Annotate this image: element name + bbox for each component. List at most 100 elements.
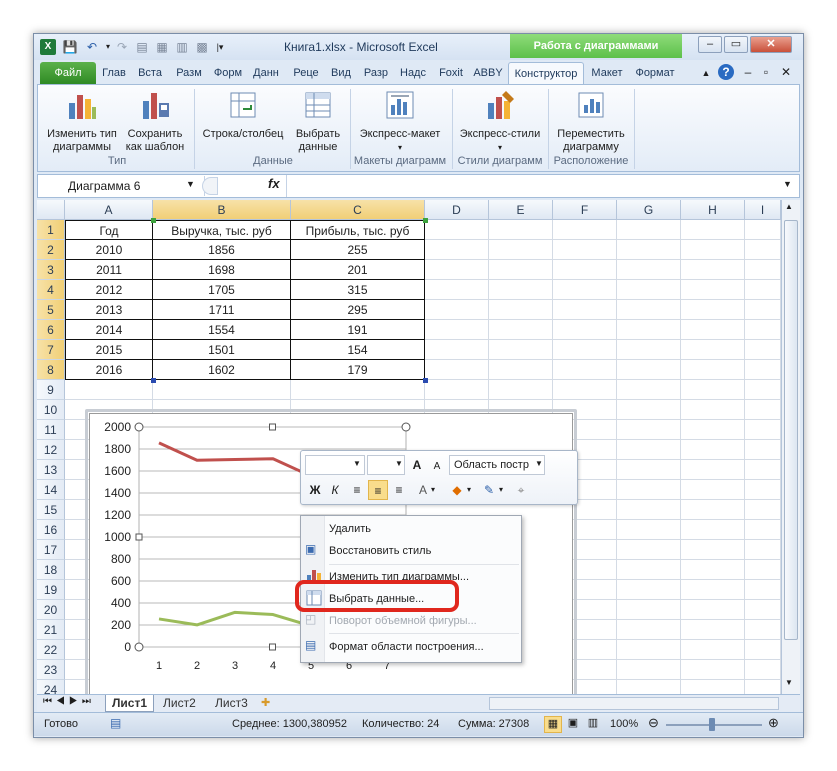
grid-cell[interactable] bbox=[617, 500, 681, 520]
grid-cell[interactable] bbox=[681, 280, 745, 300]
tab-formulas[interactable]: Форм bbox=[210, 62, 246, 84]
table-cell[interactable]: 2016 bbox=[65, 360, 153, 380]
row-header[interactable]: 8 bbox=[37, 360, 65, 380]
range-handle[interactable] bbox=[423, 378, 428, 383]
row-header[interactable]: 7 bbox=[37, 340, 65, 360]
grid-cell[interactable] bbox=[617, 680, 681, 694]
grid-cell[interactable] bbox=[617, 560, 681, 580]
row-header[interactable]: 9 bbox=[37, 380, 65, 400]
tab-layout[interactable]: Макет bbox=[586, 62, 628, 84]
zoom-in-icon[interactable]: ⊕ bbox=[768, 715, 779, 731]
row-header[interactable]: 5 bbox=[37, 300, 65, 320]
workbook-close-icon[interactable]: ✕ bbox=[778, 64, 794, 80]
table-cell[interactable]: 1705 bbox=[153, 280, 291, 300]
grid-cell[interactable] bbox=[681, 240, 745, 260]
table-icon[interactable]: ▥ bbox=[174, 39, 190, 55]
workbook-restore-icon[interactable]: ▫ bbox=[758, 64, 774, 80]
grid-cell[interactable] bbox=[745, 340, 781, 360]
grid-cell[interactable] bbox=[617, 260, 681, 280]
column-header-b[interactable]: B bbox=[153, 200, 291, 220]
sheet-tab-2[interactable]: Лист2 bbox=[157, 695, 202, 712]
quick-styles-button[interactable]: Экспресс-стили ▾ bbox=[454, 89, 546, 154]
grid-cell[interactable] bbox=[745, 640, 781, 660]
grid-cell[interactable] bbox=[745, 620, 781, 640]
grid-cell[interactable] bbox=[553, 300, 617, 320]
minimize-ribbon-icon[interactable]: ▲ bbox=[698, 65, 714, 81]
grid-cell[interactable] bbox=[745, 540, 781, 560]
grid-cell[interactable] bbox=[425, 220, 489, 240]
select-data-button[interactable]: Выбрать данные bbox=[290, 89, 346, 154]
zoom-level[interactable]: 100% bbox=[610, 718, 638, 730]
row-header[interactable]: 12 bbox=[37, 440, 65, 460]
menu-item-delete[interactable]: Удалить bbox=[329, 518, 371, 540]
page-break-view-icon[interactable]: ▥ bbox=[584, 716, 602, 733]
row-header[interactable]: 13 bbox=[37, 460, 65, 480]
row-header[interactable]: 6 bbox=[37, 320, 65, 340]
tab-addins[interactable]: Надс bbox=[395, 62, 431, 84]
grid-cell[interactable] bbox=[489, 340, 553, 360]
table-cell[interactable]: 201 bbox=[291, 260, 425, 280]
grid-cell[interactable] bbox=[489, 300, 553, 320]
row-header[interactable]: 2 bbox=[37, 240, 65, 260]
select-all-corner[interactable] bbox=[37, 200, 65, 220]
grid-cell[interactable] bbox=[681, 300, 745, 320]
grid-cell[interactable] bbox=[681, 400, 745, 420]
grid-cell[interactable] bbox=[553, 360, 617, 380]
grid-cell[interactable] bbox=[617, 580, 681, 600]
align-left-icon[interactable]: ≡ bbox=[347, 480, 367, 500]
grid-cell[interactable] bbox=[617, 440, 681, 460]
fill-color-icon[interactable]: ◆ bbox=[447, 480, 467, 500]
grid-cell[interactable] bbox=[745, 480, 781, 500]
align-center-icon[interactable]: ≡ bbox=[368, 480, 388, 500]
tab-file[interactable]: Файл bbox=[40, 62, 96, 84]
grid-cell[interactable] bbox=[617, 480, 681, 500]
save-icon[interactable]: 💾 bbox=[62, 39, 78, 55]
macro-record-icon[interactable]: ▤ bbox=[110, 716, 121, 730]
grid-cell[interactable] bbox=[489, 360, 553, 380]
grid-cell[interactable] bbox=[745, 460, 781, 480]
scroll-up-icon[interactable]: ▲ bbox=[785, 202, 793, 211]
row-header[interactable]: 18 bbox=[37, 560, 65, 580]
grid-cell[interactable] bbox=[553, 380, 617, 400]
grid-cell[interactable] bbox=[681, 260, 745, 280]
chart-element-dropdown-icon[interactable]: ▼ bbox=[535, 459, 543, 468]
grid-cell[interactable] bbox=[681, 360, 745, 380]
table-cell[interactable]: 255 bbox=[291, 240, 425, 260]
grid-cell[interactable] bbox=[681, 380, 745, 400]
grid-cell[interactable] bbox=[681, 680, 745, 694]
page-layout-view-icon[interactable]: ▣ bbox=[564, 716, 582, 733]
row-header[interactable]: 23 bbox=[37, 660, 65, 680]
table-cell[interactable]: 1711 bbox=[153, 300, 291, 320]
grid-cell[interactable] bbox=[617, 520, 681, 540]
row-header[interactable]: 10 bbox=[37, 400, 65, 420]
column-header-d[interactable]: D bbox=[425, 200, 489, 220]
grid-cell[interactable] bbox=[745, 320, 781, 340]
grid-cell[interactable] bbox=[425, 300, 489, 320]
grid-cell[interactable] bbox=[745, 240, 781, 260]
grid-cell[interactable] bbox=[617, 600, 681, 620]
insert-function-button[interactable]: fx bbox=[268, 176, 280, 191]
format-painter-icon[interactable]: ⌖ bbox=[511, 480, 531, 500]
minimize-button[interactable]: – bbox=[698, 36, 722, 53]
save-as-template-button[interactable]: Сохранить как шаблон bbox=[122, 89, 188, 154]
grid-cell[interactable] bbox=[553, 320, 617, 340]
outline-color-icon[interactable]: ✎ bbox=[479, 480, 499, 500]
grid-cell[interactable] bbox=[617, 400, 681, 420]
grid-cell[interactable] bbox=[489, 220, 553, 240]
range-handle[interactable] bbox=[151, 218, 156, 223]
form-icon[interactable]: ▦ bbox=[154, 39, 170, 55]
tab-review[interactable]: Реце bbox=[288, 62, 324, 84]
tab-design[interactable]: Конструктор bbox=[508, 62, 584, 84]
grid-cell[interactable] bbox=[681, 340, 745, 360]
table-cell[interactable]: 1602 bbox=[153, 360, 291, 380]
table-cell[interactable]: 191 bbox=[291, 320, 425, 340]
grid-cell[interactable] bbox=[65, 380, 153, 400]
sheet-tab-1[interactable]: Лист1 bbox=[105, 695, 155, 712]
undo-icon[interactable]: ↶ bbox=[84, 39, 100, 55]
close-button[interactable]: ✕ bbox=[750, 36, 792, 53]
table-header-cell[interactable]: Выручка, тыс. руб bbox=[153, 220, 291, 240]
table-cell[interactable]: 154 bbox=[291, 340, 425, 360]
grid-cell[interactable] bbox=[681, 620, 745, 640]
font-color-button[interactable]: A bbox=[413, 480, 433, 500]
row-header[interactable]: 21 bbox=[37, 620, 65, 640]
